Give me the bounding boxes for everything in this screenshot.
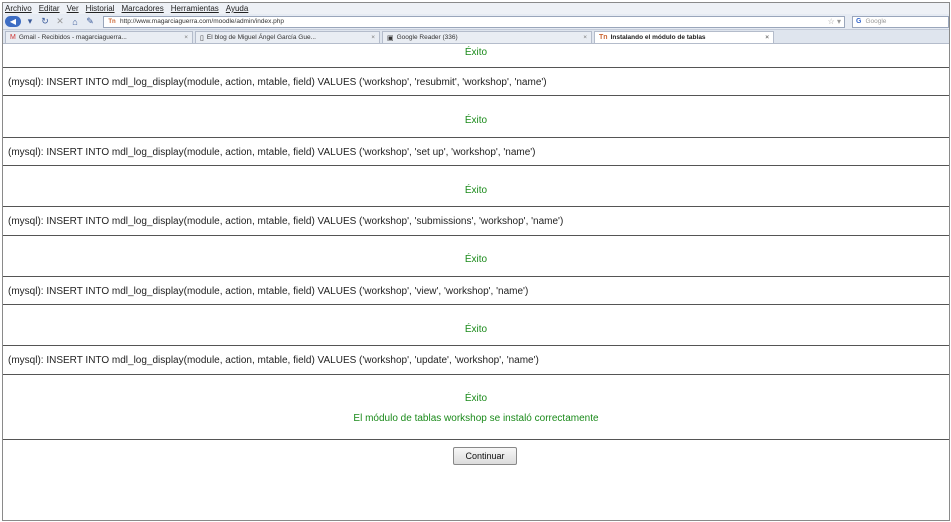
stop-icon: ✕ (56, 16, 64, 26)
google-icon: G (856, 18, 862, 25)
bookmark-button[interactable]: ✎ (84, 16, 96, 27)
reload-icon: ↻ (41, 16, 49, 26)
close-tab-icon[interactable]: × (367, 34, 375, 41)
close-tab-icon[interactable]: × (180, 34, 188, 41)
success-message: Éxito (464, 185, 488, 196)
home-button[interactable]: ⌂ (69, 16, 81, 27)
star-icon: ✎ (86, 16, 94, 26)
close-tab-icon[interactable]: × (579, 34, 587, 41)
divider (3, 235, 949, 236)
menu-ver[interactable]: Ver (67, 4, 79, 13)
sql-statement: (mysql): INSERT INTO mdl_log_display(mod… (8, 147, 536, 158)
continue-button[interactable]: Continuar (453, 447, 517, 465)
sql-statement: (mysql): INSERT INTO mdl_log_display(mod… (8, 286, 529, 297)
divider (3, 304, 949, 305)
address-bar[interactable]: Tn http://www.magarciaguerra.com/moodle/… (103, 15, 845, 28)
menu-historial[interactable]: Historial (86, 4, 115, 13)
divider (3, 345, 949, 346)
back-arrow-icon: ◀ (9, 17, 17, 26)
url-text: http://www.magarciaguerra.com/moodle/adm… (120, 18, 285, 25)
menu-bar: Archivo Editar Ver Historial Marcadores … (3, 3, 949, 14)
success-message: Éxito (464, 115, 488, 126)
moodle-icon: Tn (599, 34, 608, 41)
menu-archivo[interactable]: Archivo (5, 4, 32, 13)
sql-statement: (mysql): INSERT INTO mdl_log_display(mod… (8, 77, 547, 88)
divider (3, 67, 949, 68)
tab-blog[interactable]: ▯ El blog de Miguel Ángel García Gue... … (195, 31, 380, 43)
dropdown-arrow-icon: ▾ (27, 16, 33, 26)
page-icon: ▯ (200, 34, 204, 42)
search-placeholder: Google (865, 18, 887, 25)
gmail-icon: M (10, 34, 16, 41)
menu-herramientas[interactable]: Herramientas (171, 4, 219, 13)
sql-statement: (mysql): INSERT INTO mdl_log_display(mod… (8, 355, 539, 366)
navigation-toolbar: ◀ ▾ ↻ ✕ ⌂ ✎ Tn http://www.magarciaguerra… (3, 14, 949, 30)
tab-label: Instalando el módulo de tablas (610, 34, 706, 41)
home-icon: ⌂ (72, 16, 78, 27)
tab-label: Google Reader (336) (396, 34, 458, 41)
menu-ayuda[interactable]: Ayuda (226, 4, 249, 13)
success-message: Éxito (464, 254, 488, 265)
close-tab-icon[interactable]: × (761, 34, 769, 41)
bookmark-star-icon[interactable]: ☆ ▾ (828, 17, 841, 26)
back-button[interactable]: ◀ (5, 16, 21, 27)
tab-bar: M Gmail - Recibidos - magarciaguerra... … (3, 30, 949, 44)
forward-button[interactable]: ▾ (24, 16, 36, 27)
install-complete-message: El módulo de tablas workshop se instaló … (353, 413, 599, 424)
divider (3, 95, 949, 96)
reader-icon: ▣ (387, 34, 394, 42)
success-message: Éxito (464, 47, 488, 58)
divider (3, 137, 949, 138)
tab-google-reader[interactable]: ▣ Google Reader (336) × (382, 31, 592, 43)
success-message: Éxito (464, 324, 488, 335)
browser-window: Archivo Editar Ver Historial Marcadores … (2, 2, 950, 521)
divider (3, 276, 949, 277)
divider (3, 165, 949, 166)
tab-instalando[interactable]: Tn Instalando el módulo de tablas × (594, 31, 774, 43)
tab-label: El blog de Miguel Ángel García Gue... (206, 34, 316, 41)
divider (3, 374, 949, 375)
search-box[interactable]: G Google (852, 15, 949, 28)
stop-button[interactable]: ✕ (54, 16, 66, 27)
site-favicon-icon: Tn (108, 18, 116, 25)
success-message: Éxito (464, 393, 488, 404)
sql-statement: (mysql): INSERT INTO mdl_log_display(mod… (8, 216, 564, 227)
tab-gmail[interactable]: M Gmail - Recibidos - magarciaguerra... … (5, 31, 193, 43)
divider (3, 439, 949, 440)
menu-editar[interactable]: Editar (39, 4, 60, 13)
divider (3, 206, 949, 207)
menu-marcadores[interactable]: Marcadores (122, 4, 164, 13)
tab-label: Gmail - Recibidos - magarciaguerra... (18, 34, 127, 41)
reload-button[interactable]: ↻ (39, 16, 51, 27)
